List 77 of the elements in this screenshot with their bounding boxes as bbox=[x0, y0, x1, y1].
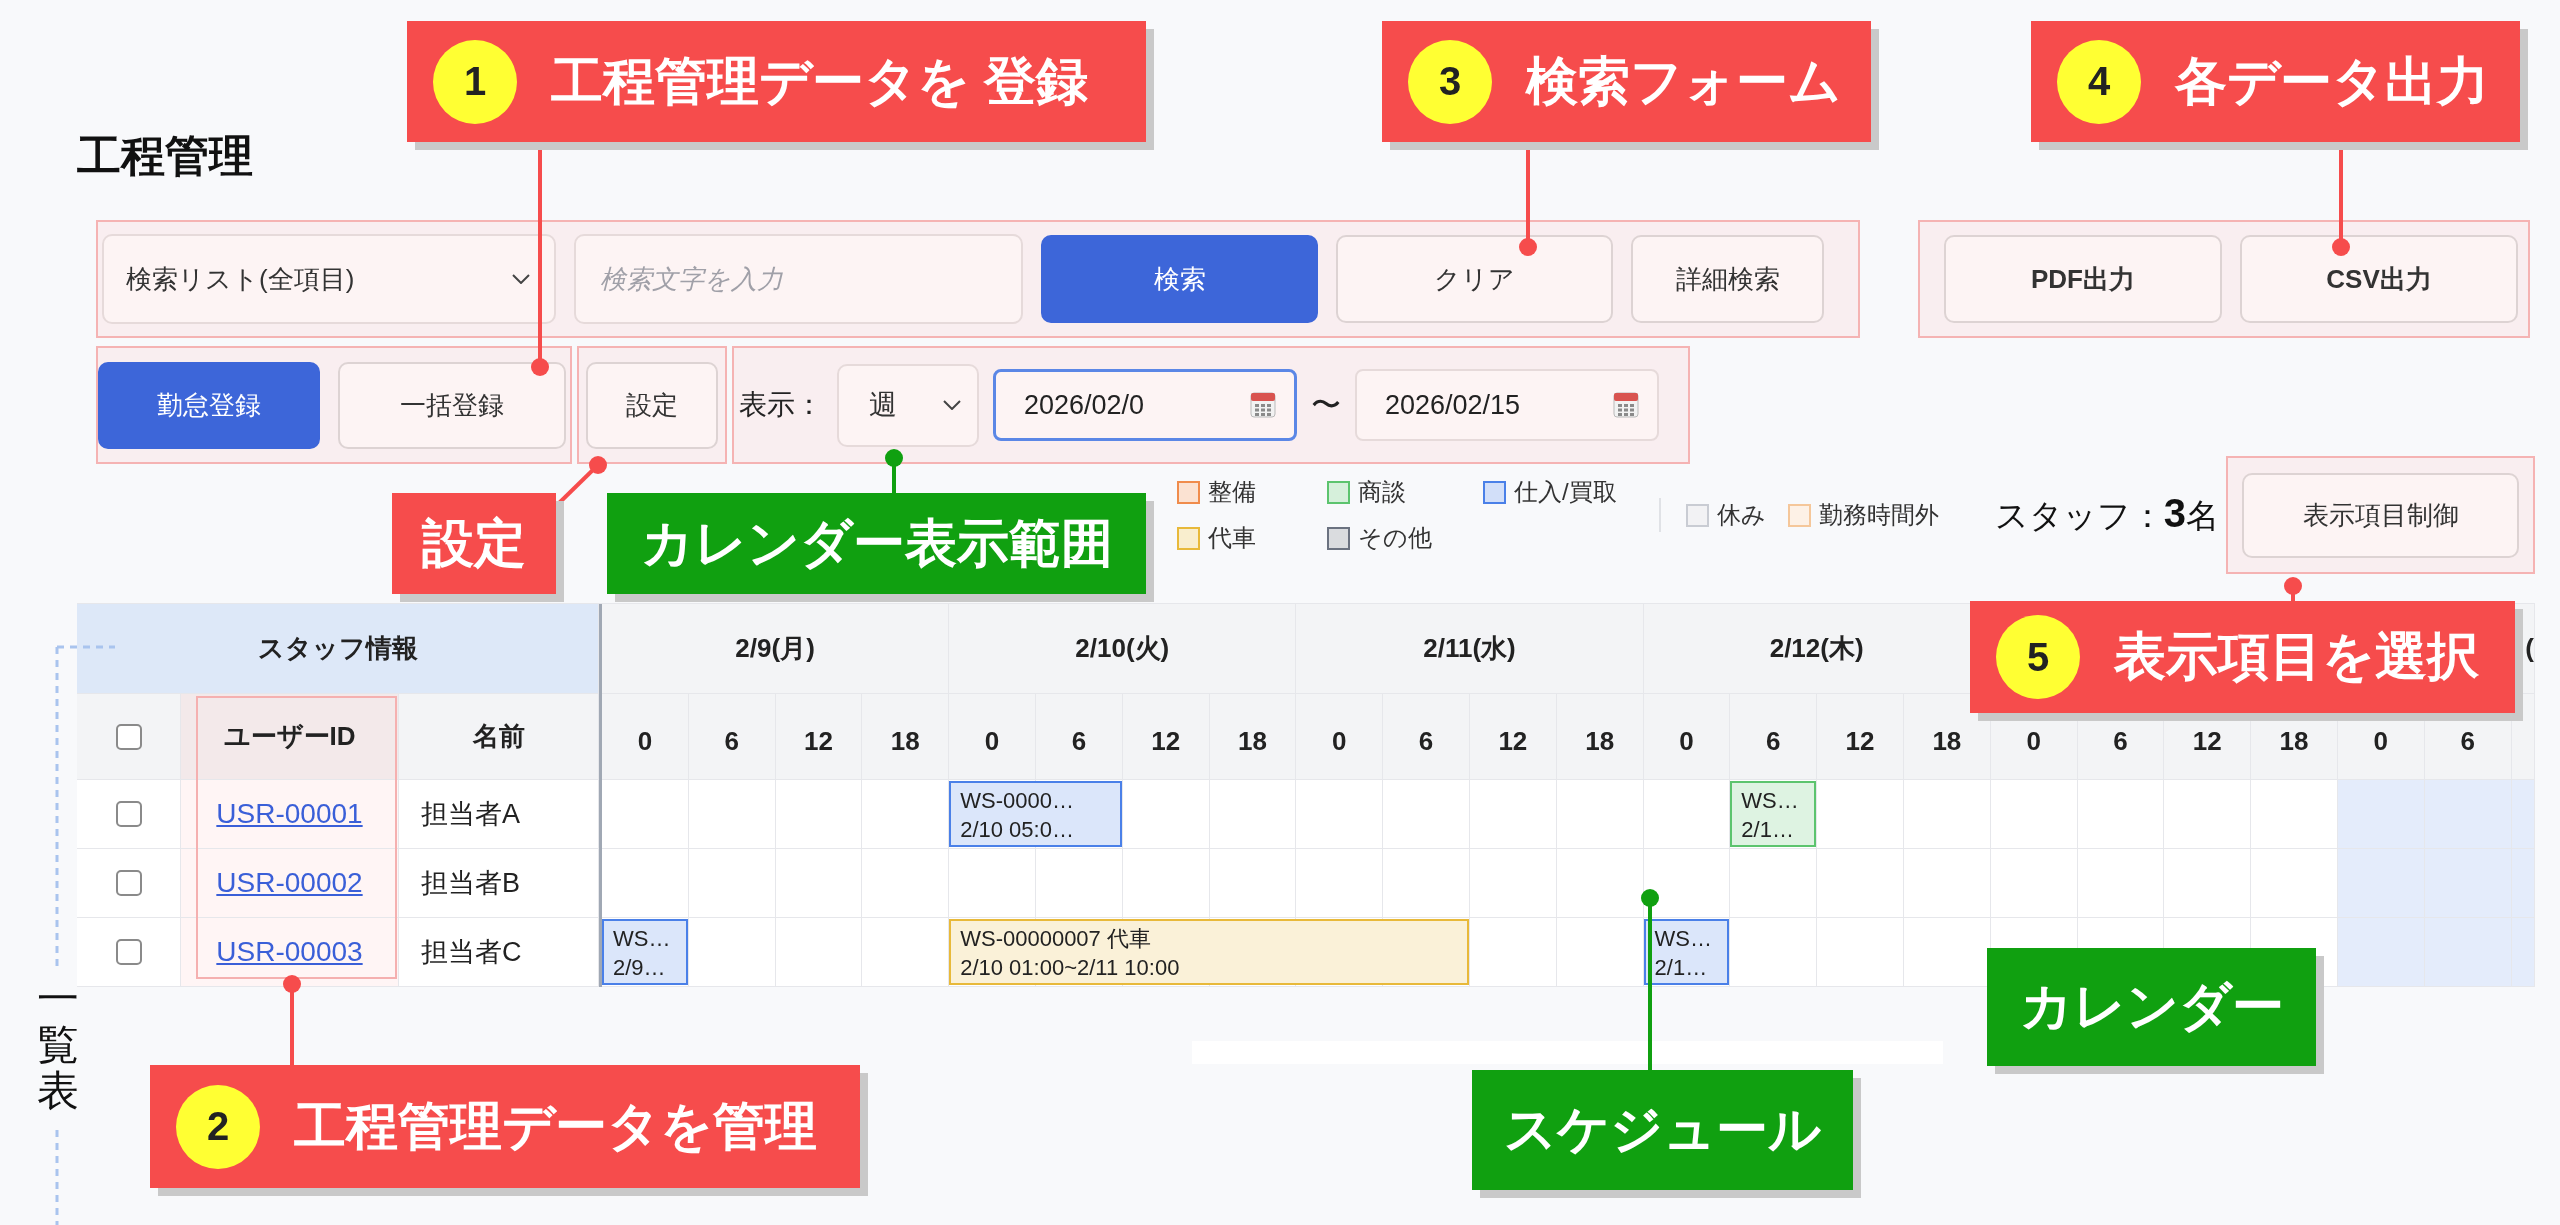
clear-button[interactable]: クリア bbox=[1336, 235, 1613, 323]
callout-text: 工程管理データを管理 bbox=[294, 1095, 817, 1157]
checkbox[interactable] bbox=[115, 870, 142, 896]
hour-header: 6 bbox=[1730, 694, 1818, 780]
settings-button[interactable]: 設定 bbox=[586, 361, 718, 449]
staff-count: スタッフ：3名 bbox=[1994, 491, 2219, 537]
schedule-event[interactable]: WS… 2/1… bbox=[1643, 919, 1730, 985]
export-button[interactable]: PDF出力 bbox=[1944, 235, 2222, 323]
callout-text: 工程管理データを 登録 bbox=[551, 50, 1089, 112]
end-date-field[interactable]: 2026/02/15 bbox=[1355, 369, 1659, 441]
start-date-field[interactable]: 2026/02/0 bbox=[993, 369, 1297, 441]
step-number: 1 bbox=[433, 39, 517, 124]
export-button[interactable]: CSV出力 bbox=[2240, 235, 2518, 323]
hour-header: 18 bbox=[862, 694, 950, 780]
chevron-down-icon bbox=[512, 274, 530, 284]
legend-label: 商談 bbox=[1358, 477, 1406, 507]
legend-label: 整備 bbox=[1208, 477, 1256, 507]
legend-label: 休み bbox=[1716, 500, 1766, 530]
range-separator: 〜 bbox=[1311, 386, 1341, 423]
attendance-register-button[interactable]: 勤怠登録 bbox=[98, 361, 320, 449]
checkbox[interactable] bbox=[115, 801, 142, 827]
hour-header: 0 bbox=[1643, 694, 1731, 780]
step-number: 2 bbox=[176, 1084, 260, 1169]
checkbox[interactable] bbox=[115, 939, 142, 965]
hour-header: 6 bbox=[1036, 694, 1123, 780]
day-header: 2/10(火) bbox=[949, 604, 1297, 694]
callout-text: 各データ出力 bbox=[2175, 50, 2489, 112]
hour-header: 18 bbox=[1556, 694, 1644, 780]
schedule-event[interactable]: WS-00000007 代車 2/10 01:00~2/11 10:00 bbox=[949, 919, 1469, 985]
hour-header: 18 bbox=[1209, 694, 1297, 780]
schedule-event[interactable]: WS… 2/1… bbox=[1730, 781, 1817, 847]
search-button[interactable]: 検索 bbox=[1041, 235, 1318, 323]
hour-header: 12 bbox=[1122, 694, 1210, 780]
advanced-search-button[interactable]: 詳細検索 bbox=[1631, 235, 1824, 323]
hour-header: 12 bbox=[1469, 694, 1557, 780]
user-id-link[interactable]: USR-00001 bbox=[216, 798, 363, 830]
user-id-link[interactable]: USR-00002 bbox=[216, 867, 363, 899]
hour-header: 0 bbox=[602, 694, 689, 780]
hour-header: 18 bbox=[1903, 694, 1991, 780]
chevron-down-icon bbox=[943, 400, 961, 410]
display-label: 表示： bbox=[739, 388, 823, 422]
column-header: 名前 bbox=[399, 694, 599, 780]
legend-label: その他 bbox=[1358, 523, 1432, 553]
calendar-icon bbox=[1250, 392, 1276, 418]
day-header: 2/11(水) bbox=[1296, 604, 1644, 694]
hour-header: 0 bbox=[1296, 694, 1384, 780]
legend-label: 仕入/買取 bbox=[1514, 477, 1617, 507]
hour-header: 12 bbox=[775, 694, 863, 780]
table-cell: 担当者A bbox=[399, 780, 599, 849]
hour-header: 6 bbox=[688, 694, 776, 780]
schedule-event[interactable]: WS… 2/9… bbox=[602, 919, 688, 985]
bulk-register-button[interactable]: 一括登録 bbox=[338, 361, 566, 449]
user-id-link[interactable]: USR-00003 bbox=[216, 936, 363, 968]
table-cell: 担当者B bbox=[399, 849, 599, 918]
step-number: 3 bbox=[1408, 39, 1492, 124]
calendar-icon bbox=[1613, 392, 1639, 418]
page-title: 工程管理 bbox=[77, 130, 253, 182]
legend-label: 勤務時間外 bbox=[1818, 500, 1939, 530]
legend-label: 代車 bbox=[1208, 523, 1256, 553]
side-label: 一覧表 bbox=[37, 976, 79, 1115]
day-header: 2/9(月) bbox=[602, 604, 950, 694]
schedule-event[interactable]: WS-0000… 2/10 05:0… bbox=[949, 781, 1122, 847]
hour-header: 12 bbox=[1817, 694, 1904, 780]
callout-text: 検索フォーム bbox=[1526, 50, 1841, 112]
search-field[interactable]: 検索文字を入力 bbox=[574, 234, 1023, 324]
checkbox[interactable] bbox=[115, 723, 142, 750]
group-header: スタッフ情報 bbox=[77, 604, 599, 694]
hour-header: 0 bbox=[949, 694, 1036, 780]
scrollbar[interactable] bbox=[1192, 1041, 1943, 1064]
column-header: ユーザーID bbox=[181, 694, 399, 780]
table-cell: 担当者C bbox=[399, 918, 599, 987]
step-number: 5 bbox=[1996, 615, 2080, 699]
hour-header: 6 bbox=[1383, 694, 1470, 780]
column-control-button[interactable]: 表示項目制御 bbox=[2242, 472, 2519, 558]
search-list-select[interactable]: 検索リスト(全項目) bbox=[102, 234, 556, 324]
step-number: 4 bbox=[2057, 39, 2141, 124]
period-select[interactable]: 週 bbox=[837, 363, 979, 447]
